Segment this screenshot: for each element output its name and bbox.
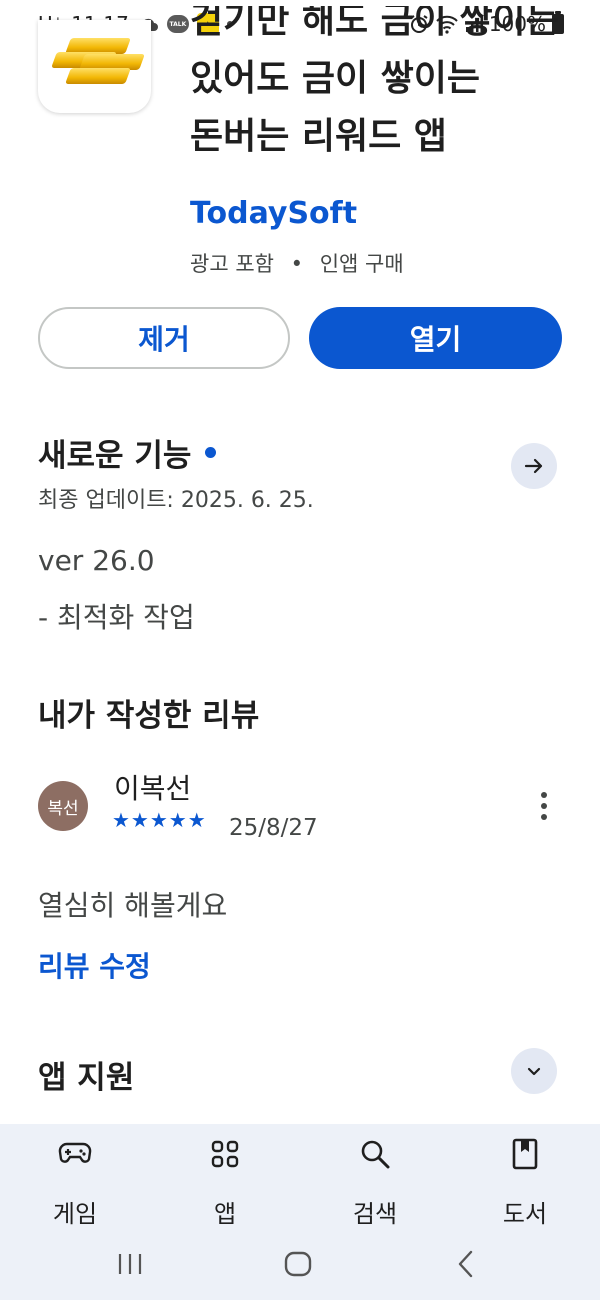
more-options-icon[interactable] [532, 790, 556, 822]
app-icon [38, 20, 151, 113]
meta-separator: • [290, 252, 304, 276]
nav-label-games: 게임 [52, 1200, 98, 1228]
open-button[interactable]: 열기 [309, 307, 562, 369]
recent-apps-icon[interactable] [116, 1252, 144, 1276]
whats-new-arrow-button[interactable] [511, 443, 557, 489]
app-title-line-2: 있어도 금이 쌓이는 [190, 58, 481, 99]
review-body: 열심히 해볼게요 [38, 889, 228, 922]
chevron-down-icon [527, 1067, 541, 1076]
my-review-title: 내가 작성한 리뷰 [38, 698, 260, 734]
review-date: 25/8/27 [229, 815, 318, 841]
whats-new-header[interactable]: 새로운 기능 [38, 430, 217, 475]
app-support-expand-button[interactable] [511, 1048, 557, 1094]
version-text: ver 26.0 [38, 544, 155, 577]
my-review-header: 내가 작성한 리뷰 [38, 690, 259, 735]
app-title-line-3: 돈버는 리워드 앱 [190, 116, 447, 157]
system-navigation-bar [0, 1240, 600, 1290]
gamepad-icon [55, 1134, 95, 1174]
app-support-header[interactable]: 앱 지원 [38, 1052, 134, 1097]
edit-review-button[interactable]: 리뷰 수정 [38, 945, 151, 985]
search-icon [355, 1134, 395, 1174]
update-note: - 최적화 작업 [38, 601, 195, 634]
book-icon [505, 1134, 545, 1174]
back-icon[interactable] [456, 1250, 476, 1278]
nav-label-books: 도서 [502, 1200, 548, 1228]
last-updated: 최종 업데이트: 2025. 6. 25. [38, 488, 314, 513]
new-indicator-dot-icon [205, 447, 217, 458]
nav-label-apps: 앱 [213, 1200, 237, 1228]
avatar: 복선 [38, 781, 88, 831]
app-meta: 광고 포함 • 인앱 구매 [190, 248, 404, 278]
uninstall-button[interactable]: 제거 [38, 307, 290, 369]
app-title-line-1: 걷기만 해도 금이 쌓이는 [190, 6, 559, 41]
arrow-right-icon [524, 458, 543, 474]
whats-new-title: 새로운 기능 [38, 438, 192, 474]
nav-label-search: 검색 [352, 1200, 398, 1228]
app-title: 걷기만 해도 금이 쌓이는 있어도 금이 쌓이는 돈버는 리워드 앱 [190, 6, 570, 186]
nav-item-search[interactable]: 검색 [315, 1134, 435, 1229]
in-app-purchases-label: 인앱 구매 [319, 252, 404, 276]
developer-link[interactable]: TodaySoft [190, 196, 357, 231]
nav-item-games[interactable]: 게임 [15, 1134, 135, 1229]
nav-item-books[interactable]: 도서 [465, 1134, 585, 1229]
reviewer-name: 이복선 [114, 772, 192, 805]
home-icon[interactable] [284, 1251, 312, 1277]
app-support-title: 앱 지원 [38, 1060, 135, 1096]
contains-ads-label: 광고 포함 [190, 252, 274, 276]
kakaotalk-icon: TALK [166, 15, 189, 33]
nav-item-apps[interactable]: 앱 [165, 1134, 285, 1229]
star-rating: ★★★★★ [112, 808, 207, 832]
apps-grid-icon [205, 1134, 245, 1174]
